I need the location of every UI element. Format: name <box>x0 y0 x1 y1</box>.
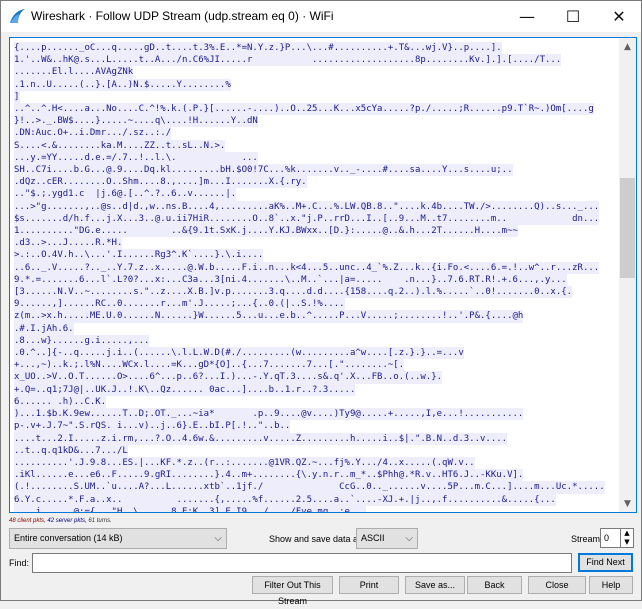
stream-line: .8...w}......g.i.....,... <box>14 334 150 348</box>
window-title: Wireshark · Follow UDP Stream (udp.strea… <box>31 9 334 23</box>
stream-line: .iKl......e...e6..F.....9.gRI........}.4… <box>14 469 524 482</box>
stream-line: 9......,]......RC..0.......r...m'.J.....… <box>14 298 345 311</box>
stream-line: ....j.. ...@:={..."H..\..... 8.E;K..3].E… <box>14 505 367 512</box>
close-icon: ✕ <box>612 7 626 26</box>
stream-line: }!..>._.BW$....}.....~....q\....!H......… <box>14 115 258 128</box>
stream-line: x_UO..>V..O.T......O>....6^...p..6?...I.… <box>14 371 443 384</box>
title-bar: Wireshark · Follow UDP Stream (udp.strea… <box>1 1 641 32</box>
conversation-value: Entire conversation (14 kB) <box>14 533 123 543</box>
stream-line: 6...... .h)..C.K. <box>14 395 107 409</box>
spin-down-icon[interactable]: ▼ <box>621 538 633 547</box>
wireshark-logo-icon <box>10 9 25 23</box>
vertical-scrollbar[interactable]: ▲ ▼ <box>619 38 636 512</box>
scroll-up-icon[interactable]: ▲ <box>619 38 636 55</box>
spin-up-icon[interactable]: ▲ <box>621 529 633 538</box>
stream-line: (.!........S.UM..`u....A?...L......xtb`.… <box>14 481 605 494</box>
stream-line: .DN:Auc.O+..i.Dmr.../.sz..:./ <box>14 127 172 140</box>
format-select[interactable]: ASCII ⌵ <box>356 528 418 549</box>
stream-line: +...,~)..k.;.l%N....WCx.l....=K...gD*{O]… <box>14 359 405 372</box>
stream-line: ..........'.J.9.8...ES.|...KF.*.z..(r..:… <box>14 456 475 470</box>
stream-line: 1.'..W&..hK@.s...L.....t..A.../n.C6%JI..… <box>14 54 562 67</box>
back-button[interactable]: Back <box>467 576 522 594</box>
server-pkts: 42 server pkts, <box>47 518 87 524</box>
stream-line: 9.*.=.......6...l`.L?0?...x:...C3a...3[n… <box>14 273 567 287</box>
stream-label: Stream <box>571 534 601 544</box>
minimize-icon: — <box>519 7 535 26</box>
find-next-button[interactable]: Find Next <box>578 553 633 572</box>
stream-line: >.:..O.4V.h..\...'.I......Rg3^.K`....}.\… <box>14 249 264 262</box>
maximize-button[interactable]: ☐ <box>550 1 596 32</box>
minimize-button[interactable]: — <box>504 1 550 32</box>
stream-stats: 48 client pkts, 42 server pkts, 61 turns… <box>9 518 112 524</box>
format-value: ASCII <box>361 533 385 543</box>
help-button[interactable]: Help <box>589 576 633 594</box>
print-button[interactable]: Print <box>339 576 399 594</box>
scroll-down-icon[interactable]: ▼ <box>619 495 636 512</box>
stream-line: ....t...2.I.....z.i.rm,...?.O..4.6w.&...… <box>14 432 508 445</box>
stream-text[interactable]: {....p......_oC...q.....gD..t....t.3%.E.… <box>14 42 605 512</box>
stream-line: .."$.;.ygd1.c |j.6@.[..^.?..6..v......|. <box>14 188 237 201</box>
stream-line: ..^..^.H<....a...No....C.^!%.k.(.P.}[...… <box>14 103 594 116</box>
maximize-icon: ☐ <box>565 7 581 26</box>
stream-content-area[interactable]: {....p......_oC...q.....gD..t....t.3%.E.… <box>9 37 637 513</box>
stream-line: p-.v+.J.7~".S.rQS. i...v)..j..6}.E..bI.P… <box>14 420 291 433</box>
stream-line: ...>"g.......,..@s..d|d.,w..ns.B....4,..… <box>14 200 600 213</box>
stream-stepper[interactable]: ▲ ▼ <box>621 528 634 548</box>
stream-line: 6.Y.c.....*.F.a..x.. .......{,.....%f...… <box>14 493 556 506</box>
stream-line: [3......N.V..~........s."..z....X.B.]v.p… <box>14 286 573 299</box>
stream-line: S....<.&........ka.M....ZZ..t..sL..N.>. <box>14 139 226 152</box>
chevron-down-icon: ⌵ <box>405 533 413 544</box>
stream-line: SH..C7i....b.G...@.9....Dq.kl.........bH… <box>14 164 513 177</box>
find-label: Find: <box>9 558 30 568</box>
filter-out-stream-button[interactable]: Filter Out This Stream <box>252 576 333 606</box>
stream-line: z(m..>x.h.....ME.U.0......N......}W.....… <box>14 310 524 323</box>
stream-line: .0.^..]{-..q.....j.i..(......\.l.L.W.D(#… <box>14 347 464 360</box>
chevron-down-icon: ⌵ <box>214 533 222 544</box>
conversation-select[interactable]: Entire conversation (14 kB) ⌵ <box>9 528 227 549</box>
stream-line: ..6.._.V.....?.._..Y.7.z..x.....@.W.b...… <box>14 261 600 274</box>
client-pkts: 48 client pkts, <box>9 518 46 524</box>
stream-line: ] <box>14 90 20 104</box>
stream-line: .#.I.jAh.6. <box>14 322 74 335</box>
stream-line: 1.........."DG.e..... ..&{9.1t.SxK.j....… <box>14 225 518 238</box>
close-button[interactable]: Close <box>528 576 586 594</box>
stream-line: $s.......d/h.f...j.X...3..@.u.ii7HiR....… <box>14 212 600 226</box>
stream-line: +.Q=..q1;7J@|..UK.J..!.K\..Qz...... 0ac.… <box>14 383 356 396</box>
save-as-button[interactable]: Save as... <box>405 576 465 594</box>
stream-line: )...1.$b.K.9ew......T..D;.OT._...~ia* .p… <box>14 408 524 421</box>
stream-line: .dQz..cER........O..Shm....8.,....]m...I… <box>14 176 307 189</box>
stream-line: .d3..>...J.....R.*H. <box>14 237 123 250</box>
stream-line: {....p......_oC...q.....gD..t....t.3%.E.… <box>14 42 502 55</box>
stream-line: .1.n..U.....(..}.[A..)N.$.....Y........% <box>14 78 231 91</box>
stream-line: ..t..q.q1kD&...7.../L <box>14 444 128 457</box>
show-data-label: Show and save data as <box>269 534 363 544</box>
stream-line: ...y.=YY.....d.e.=/.7..!..l.\. ... <box>14 151 258 165</box>
find-input[interactable] <box>32 553 572 573</box>
close-window-button[interactable]: ✕ <box>596 1 642 32</box>
scrollbar-thumb[interactable] <box>620 178 635 278</box>
stream-line: .......El.l....AVAgZNk <box>14 66 134 79</box>
turns: 61 turns. <box>88 518 112 524</box>
stream-spinbox[interactable]: 0 <box>600 528 621 548</box>
